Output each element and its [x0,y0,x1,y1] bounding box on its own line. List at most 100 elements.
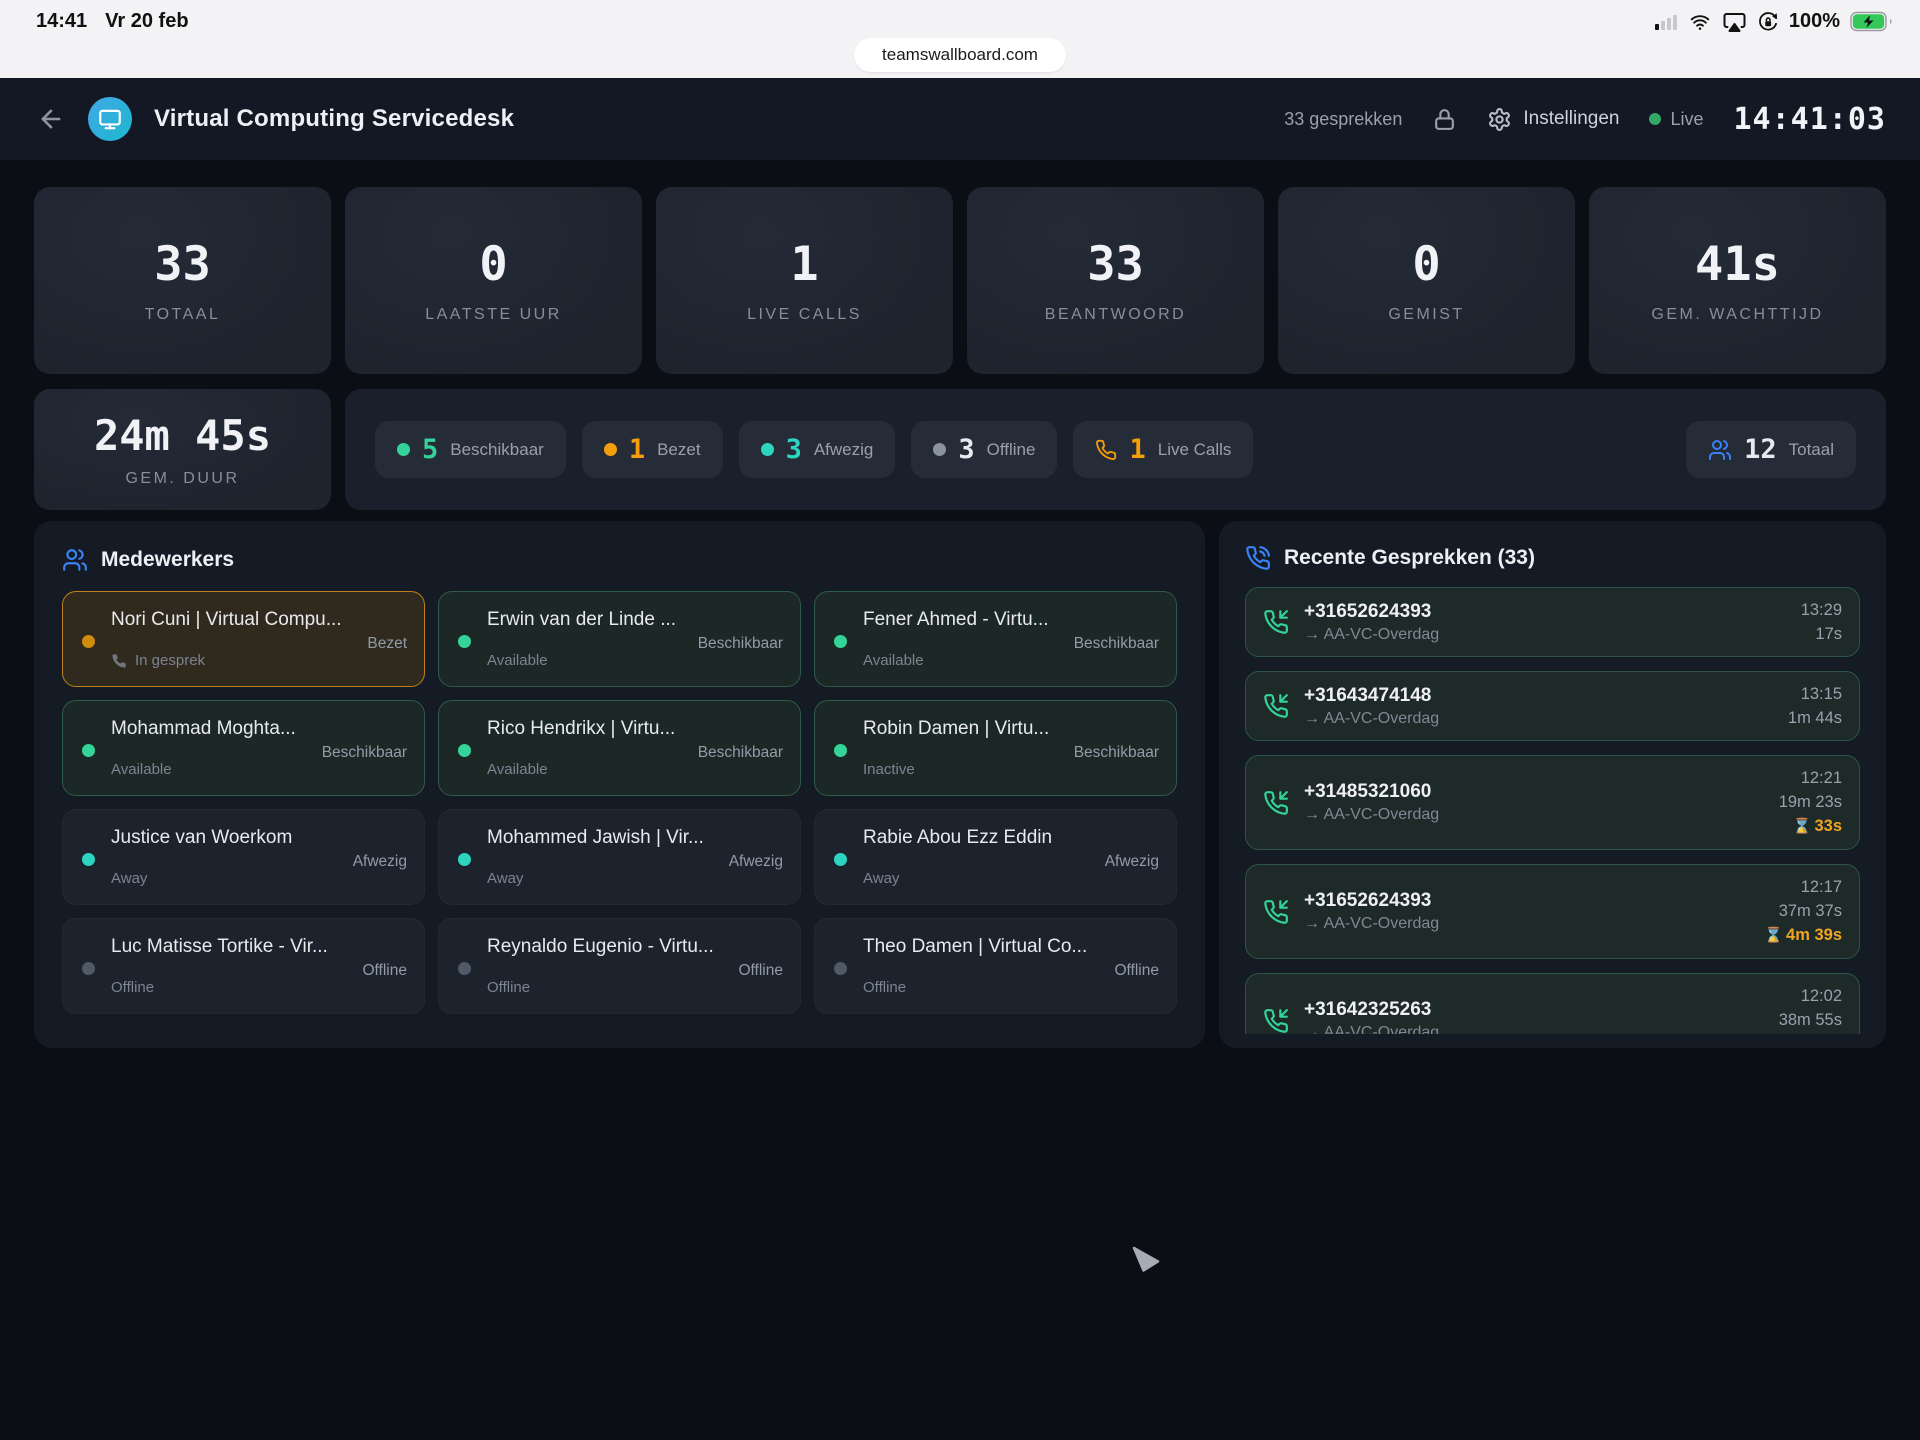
gear-icon [1487,107,1512,132]
presence-dot-busy [82,635,95,648]
employee-substatus-label: Available [863,652,924,669]
employee-status: Afwezig [729,853,783,871]
pill-label: Offline [987,440,1036,460]
call-target-queue: → AA-VC-Overdag [1304,1024,1764,1034]
stat-label: GEM. DUUR [125,470,239,488]
call-number: +31652624393 [1304,890,1749,912]
hourglass-icon: ⌛ [1764,927,1783,944]
status-dot-offline [933,443,946,456]
hourglass-icon: ⌛ [1793,818,1812,835]
employees-panel-header: Medewerkers [62,547,1177,573]
status-dot-busy [604,443,617,456]
employee-substatus-label: Available [487,652,548,669]
call-duration: 19m 23s [1779,790,1842,814]
statusbar-right: 100% [1655,10,1892,33]
stat-card-gem-duur: 24m 45s GEM. DUUR [34,389,331,510]
status-dot-available [397,443,410,456]
stat-label: GEMIST [1388,306,1464,324]
stat-card-beantwoord: 33 BEANTWOORD [967,187,1264,374]
stat-value: 0 [1412,237,1440,292]
call-item[interactable]: +31652624393 → AA-VC-Overdag 13:29 17s [1245,587,1860,657]
presence-dot-offline [82,962,95,975]
employee-card[interactable]: Nori Cuni | Virtual Compu... Bezet In ge… [62,591,425,687]
battery-icon [1850,11,1892,32]
stat-label: LAATSTE UUR [425,306,562,324]
employee-status: Beschikbaar [322,744,407,762]
live-label: Live [1670,109,1703,130]
screen-mirroring-icon [1722,12,1747,32]
pill-count: 3 [958,434,974,465]
employee-status: Afwezig [353,853,407,871]
statusbar-time: 14:41 [36,10,87,33]
call-main: +31652624393 → AA-VC-Overdag [1304,601,1786,644]
status-dot-away [761,443,774,456]
presence-dot-offline [458,962,471,975]
employee-card[interactable]: Mohammed Jawish | Vir... Afwezig Away [438,809,801,905]
call-time: 12:17 [1764,875,1842,899]
pill-bezet[interactable]: 1 Bezet [582,421,723,478]
employee-card[interactable]: Reynaldo Eugenio - Virtu... Offline Offl… [438,918,801,1014]
pill-label: Afwezig [814,440,874,460]
stat-label: TOTAAL [145,306,221,324]
pill-label: Beschikbaar [450,440,544,460]
employee-substatus-label: Offline [111,979,154,996]
rotation-lock-icon [1757,11,1779,33]
pill-beschikbaar[interactable]: 5 Beschikbaar [375,421,566,478]
employee-substatus: In gesprek [111,652,205,669]
settings-button[interactable]: Instellingen [1487,107,1619,132]
call-duration: 37m 37s [1764,899,1842,923]
employee-card[interactable]: Justice van Woerkom Afwezig Away [62,809,425,905]
back-button[interactable] [34,102,68,136]
employee-status: Beschikbaar [698,744,783,762]
employee-name: Erwin van der Linde ... [487,609,676,631]
panel-title: Recente Gesprekken (33) [1284,546,1535,570]
phone-icon [111,653,127,669]
page-title: Virtual Computing Servicedesk [154,105,514,133]
phone-incoming-icon [1263,1008,1289,1034]
app-logo-monitor-icon [88,97,132,141]
call-item[interactable]: +31642325263 → AA-VC-Overdag 12:02 38m 5… [1245,973,1860,1034]
users-icon [62,547,88,573]
phone-incoming-icon [1263,899,1289,925]
call-item[interactable]: +31485321060 → AA-VC-Overdag 12:21 19m 2… [1245,755,1860,850]
lock-icon[interactable] [1432,107,1457,132]
pill-totaal[interactable]: 12 Totaal [1686,421,1856,478]
employee-card[interactable]: Rabie Abou Ezz Eddin Afwezig Away [814,809,1177,905]
statusbar-date: Vr 20 feb [105,10,188,33]
call-item[interactable]: +31652624393 → AA-VC-Overdag 12:17 37m 3… [1245,864,1860,959]
employee-card[interactable]: Robin Damen | Virtu... Beschikbaar Inact… [814,700,1177,796]
browser-url-pill[interactable]: teamswallboard.com [854,38,1066,72]
mouse-cursor [1132,1246,1162,1274]
stat-card-totaal: 33 TOTAAL [34,187,331,374]
pill-offline[interactable]: 3 Offline [911,421,1057,478]
employee-card[interactable]: Erwin van der Linde ... Beschikbaar Avai… [438,591,801,687]
stat-card-live-calls: 1 LIVE CALLS [656,187,953,374]
employee-substatus-label: Available [111,761,172,778]
battery-percent-label: 100% [1789,10,1840,33]
employee-status: Beschikbaar [1074,744,1159,762]
pill-count: 12 [1744,434,1777,465]
employee-substatus-label: Available [487,761,548,778]
call-number: +31485321060 [1304,781,1764,803]
stat-value: 1 [790,237,818,292]
statusbar-left: 14:41 Vr 20 feb [36,10,189,33]
employee-card[interactable]: Theo Damen | Virtual Co... Offline Offli… [814,918,1177,1014]
pill-count: 1 [629,434,645,465]
employee-name: Justice van Woerkom [111,827,292,849]
call-item[interactable]: +31643474148 → AA-VC-Overdag 13:15 1m 44… [1245,671,1860,741]
call-number: +31652624393 [1304,601,1786,623]
call-time: 13:29 [1801,598,1842,622]
employee-status: Beschikbaar [698,635,783,653]
pill-afwezig[interactable]: 3 Afwezig [739,421,896,478]
stat-value: 24m 45s [94,411,271,460]
recent-calls-panel: Recente Gesprekken (33) +31652624393 → A… [1219,521,1886,1048]
stat-card-gemist: 0 GEMIST [1278,187,1575,374]
presence-dot-away [458,853,471,866]
pill-live-calls[interactable]: 1 Live Calls [1073,421,1253,478]
employee-card[interactable]: Rico Hendrikx | Virtu... Beschikbaar Ava… [438,700,801,796]
pill-count: 1 [1129,434,1145,465]
employee-card[interactable]: Fener Ahmed - Virtu... Beschikbaar Avail… [814,591,1177,687]
employee-card[interactable]: Luc Matisse Tortike - Vir... Offline Off… [62,918,425,1014]
employee-card[interactable]: Mohammad Moghta... Beschikbaar Available [62,700,425,796]
stat-value: 0 [479,237,507,292]
